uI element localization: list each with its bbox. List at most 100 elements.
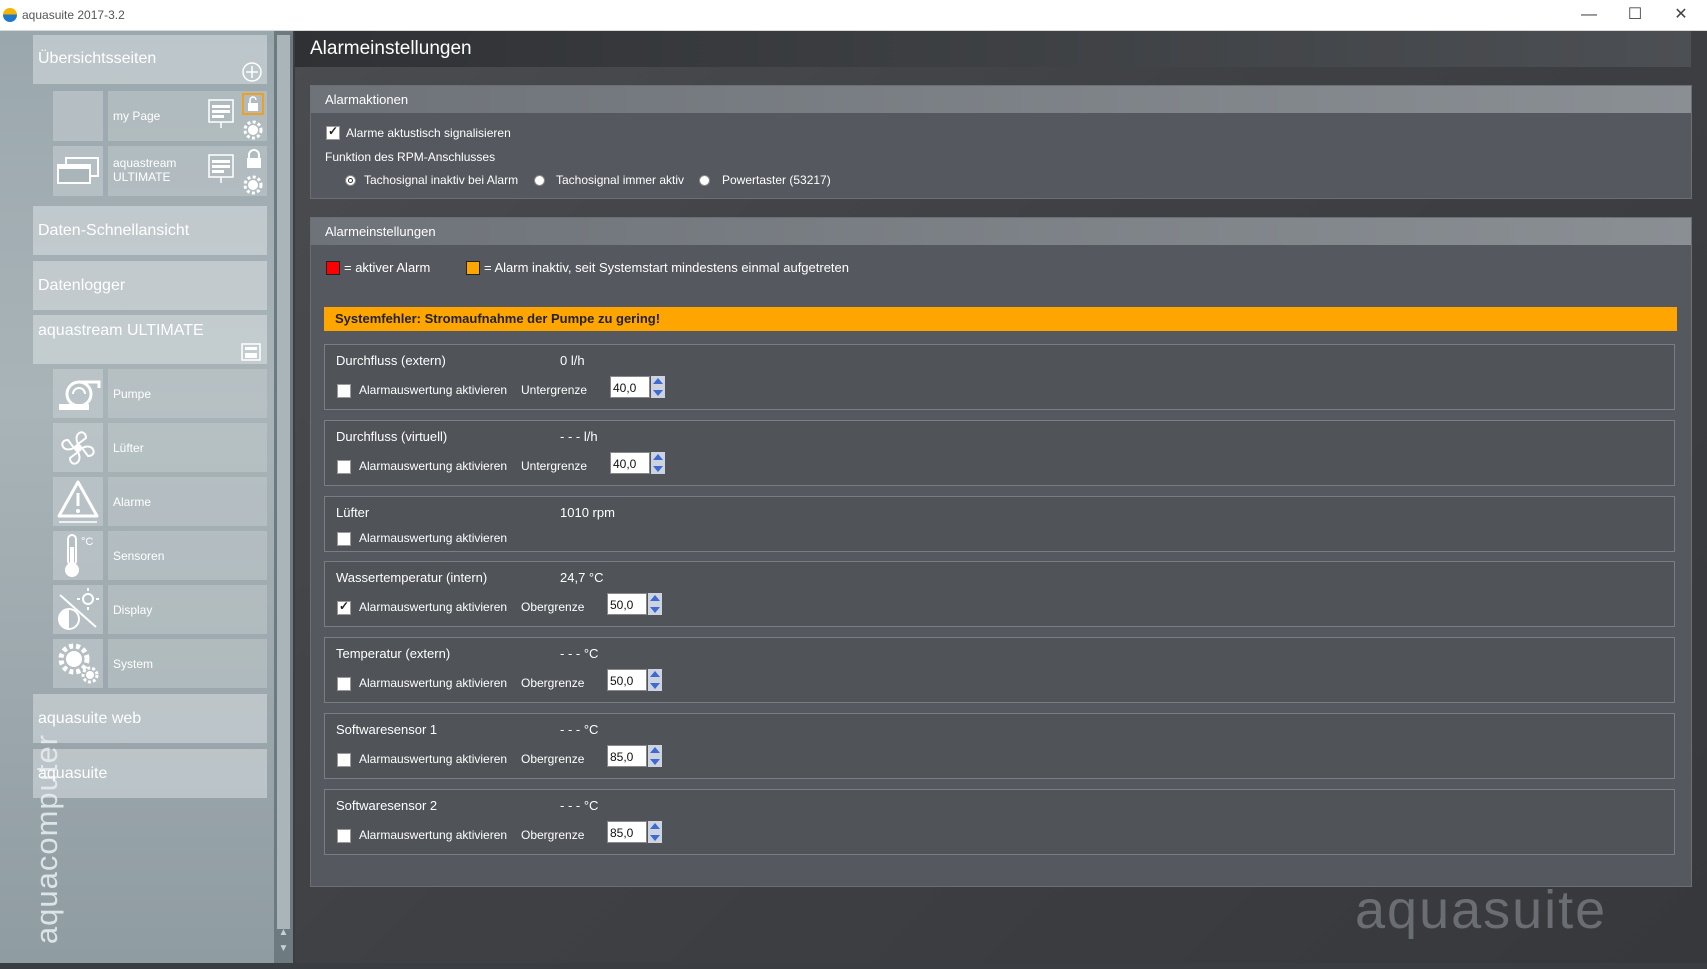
alarm-row-fan: Lüfter 1010 rpm Alarmauswertung aktivier… — [324, 496, 1675, 552]
alarm-limit-stepper[interactable] — [648, 821, 662, 843]
stepper-down-icon[interactable] — [651, 387, 665, 398]
rpm-function-label: Funktion des RPM-Anschlusses — [325, 150, 496, 164]
acoustic-signal-label: Alarme aktustisch signalisieren — [346, 126, 511, 140]
alarm-enable-checkbox[interactable] — [337, 460, 351, 474]
alarm-enable-checkbox[interactable] — [337, 829, 351, 843]
alarm-enable-label: Alarmauswertung aktivieren — [359, 383, 508, 397]
sidebar-item-sensoren[interactable]: Sensoren — [108, 531, 267, 580]
window-titlebar: aquasuite 2017-3.2 — ☐ ✕ — [0, 0, 1707, 31]
alarm-limit-input[interactable]: 85,0 — [607, 745, 647, 767]
alarm-value: - - - l/h — [560, 429, 598, 444]
alarm-enable-label: Alarmauswertung aktivieren — [359, 531, 508, 545]
legend-active-swatch — [326, 261, 340, 275]
alarm-limit-input[interactable]: 40,0 — [610, 376, 650, 398]
alarm-name: Wassertemperatur (intern) — [336, 570, 488, 585]
sidebar-item-pumpe[interactable]: Pumpe — [108, 369, 267, 418]
sidebar-item-display[interactable]: Display — [108, 585, 267, 634]
unlock-icon[interactable] — [242, 93, 264, 115]
alarm-enable-checkbox[interactable] — [337, 677, 351, 691]
stepper-up-icon[interactable] — [648, 669, 662, 680]
alarm-limit-stepper[interactable] — [648, 669, 662, 691]
system-error-banner: Systemfehler: Stromaufnahme der Pumpe zu… — [324, 307, 1677, 331]
sidebar-scrollbar[interactable]: ▲ ▼ — [274, 31, 293, 963]
alarm-row-flow-external: Durchfluss (extern) 0 l/h Alarmauswertun… — [324, 344, 1675, 410]
sidebar-item-aquasuite-web[interactable]: aquasuite web — [33, 694, 267, 743]
alarm-row-temp-external: Temperatur (extern) - - - °C Alarmauswer… — [324, 637, 1675, 703]
alarm-limit-input[interactable]: 85,0 — [607, 821, 647, 843]
alarm-limit-stepper[interactable] — [651, 376, 665, 398]
sidebar-item-label: Sensoren — [113, 549, 165, 563]
sidebar-item-quick-view[interactable]: Daten-Schnellansicht — [33, 206, 267, 255]
sidebar-item-label: Daten-Schnellansicht — [38, 222, 190, 239]
app-logo-icon — [3, 8, 17, 22]
alarm-enable-checkbox[interactable] — [337, 532, 351, 546]
sidebar-page-aquastream-ultimate[interactable]: aquastream ULTIMATE — [108, 146, 267, 196]
alarm-enable-label: Alarmauswertung aktivieren — [359, 676, 508, 690]
gear-icon[interactable] — [243, 175, 263, 195]
stepper-up-icon[interactable] — [648, 593, 662, 604]
sidebar-item-aquasuite[interactable]: aquasuite — [33, 749, 267, 798]
alarm-row-software-sensor-1: Softwaresensor 1 - - - °C Alarmauswertun… — [324, 713, 1675, 779]
alarm-limit-input[interactable]: 40,0 — [610, 452, 650, 474]
alarm-value: - - - °C — [560, 722, 599, 737]
sidebar-item-datalogger[interactable]: Datenlogger — [33, 261, 267, 310]
stepper-down-icon[interactable] — [648, 756, 662, 767]
stepper-up-icon[interactable] — [648, 821, 662, 832]
gear-icon[interactable] — [243, 120, 263, 140]
stepper-down-icon[interactable] — [648, 680, 662, 691]
alarm-limit-stepper[interactable] — [648, 593, 662, 615]
sidebar-item-device[interactable]: aquastream ULTIMATE — [33, 315, 267, 364]
page-thumbnail-aquastream[interactable] — [53, 146, 103, 196]
radio-tacho-always[interactable] — [534, 175, 545, 186]
alarm-value: - - - °C — [560, 646, 599, 661]
alarm-enable-checkbox[interactable] — [337, 599, 351, 615]
sidebar-item-overview[interactable]: Übersichtsseiten — [33, 35, 267, 84]
alarm-name: Durchfluss (extern) — [336, 353, 446, 368]
sidebar-item-label: Lüfter — [113, 441, 144, 455]
add-page-icon[interactable] — [241, 61, 263, 83]
sidebar-item-alarme[interactable]: Alarme — [108, 477, 267, 526]
save-icon[interactable] — [241, 343, 261, 361]
alarm-row-water-temp: Wassertemperatur (intern) 24,7 °C Alarma… — [324, 561, 1675, 627]
alarm-enable-checkbox[interactable] — [337, 384, 351, 398]
stepper-down-icon[interactable] — [651, 463, 665, 474]
keyboard-monitor-icon — [208, 154, 234, 183]
scroll-up-icon[interactable]: ▲ — [277, 927, 290, 939]
svg-text:°C: °C — [81, 536, 93, 548]
lock-icon[interactable] — [245, 148, 263, 170]
stepper-down-icon[interactable] — [648, 604, 662, 615]
legend-inactive-label: = Alarm inaktiv, seit Systemstart mindes… — [484, 260, 850, 275]
legend-inactive-swatch — [466, 261, 480, 275]
thermometer-icon: °C — [53, 531, 103, 580]
page-thumbnail[interactable] — [53, 91, 103, 141]
sidebar-item-system[interactable]: System — [108, 639, 267, 688]
scroll-down-icon[interactable]: ▼ — [277, 943, 290, 955]
alarm-enable-checkbox[interactable] — [337, 753, 351, 767]
close-button[interactable]: ✕ — [1658, 0, 1704, 30]
sidebar-item-label: Display — [113, 603, 153, 617]
alarm-actions-section: Alarmaktionen Alarme aktustisch signalis… — [310, 85, 1692, 199]
sidebar-item-label: System — [113, 657, 154, 671]
alarm-limit-stepper[interactable] — [651, 452, 665, 474]
maximize-button[interactable]: ☐ — [1612, 0, 1658, 30]
sidebar-scroll-thumb[interactable] — [277, 35, 290, 929]
stepper-up-icon[interactable] — [648, 745, 662, 756]
keyboard-monitor-icon — [208, 99, 234, 128]
sidebar-page-my-page[interactable]: my Page — [108, 91, 267, 141]
alarm-limit-input[interactable]: 50,0 — [607, 593, 647, 615]
stepper-up-icon[interactable] — [651, 376, 665, 387]
alarm-limit-stepper[interactable] — [648, 745, 662, 767]
minimize-button[interactable]: — — [1566, 0, 1612, 30]
radio-powertaster[interactable] — [699, 175, 710, 186]
fan-icon — [53, 423, 103, 472]
stepper-down-icon[interactable] — [648, 832, 662, 843]
radio-tacho-inactive[interactable] — [345, 175, 356, 186]
alarm-limit-input[interactable]: 50,0 — [607, 669, 647, 691]
sidebar-item-label: Pumpe — [113, 387, 152, 401]
radio-tacho-inactive-label: Tachosignal inaktiv bei Alarm — [364, 173, 519, 187]
section-header: Alarmeinstellungen — [311, 218, 1691, 245]
stepper-up-icon[interactable] — [651, 452, 665, 463]
page-title: Alarmeinstellungen — [310, 38, 472, 59]
acoustic-signal-checkbox[interactable] — [326, 124, 340, 140]
sidebar-item-luefter[interactable]: Lüfter — [108, 423, 267, 472]
